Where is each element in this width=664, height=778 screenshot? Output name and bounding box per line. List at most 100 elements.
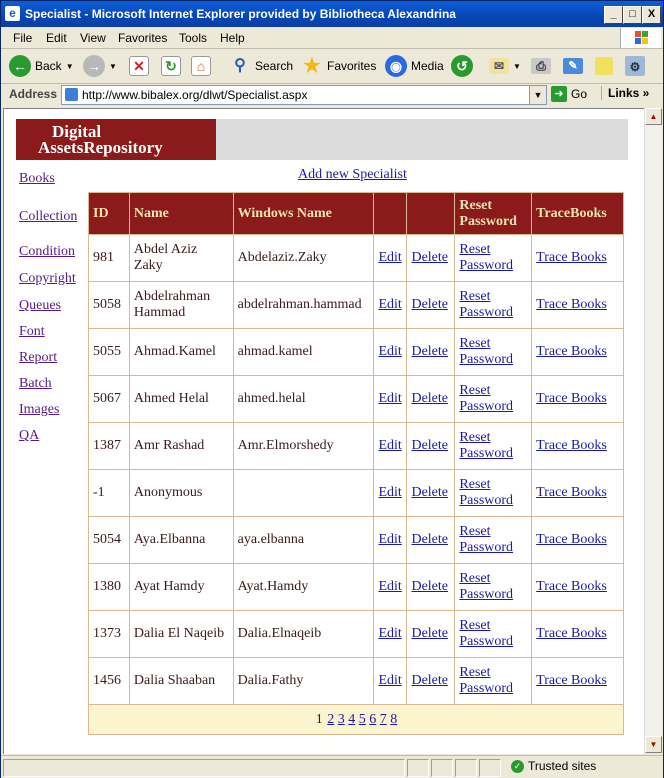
discuss-button[interactable] xyxy=(595,54,613,78)
cell-name: Dalia Shaaban xyxy=(128,657,234,705)
pager-link[interactable]: 4 xyxy=(348,712,355,727)
nav-queues[interactable]: Queues xyxy=(19,298,61,314)
trace-books-link[interactable]: Trace Books xyxy=(536,673,607,688)
reset-password-link[interactable]: Reset Password xyxy=(459,571,513,602)
pager-link[interactable]: 8 xyxy=(390,712,397,727)
nav-images[interactable]: Images xyxy=(19,402,59,418)
nav-books[interactable]: Books xyxy=(19,171,55,187)
forward-dropdown-icon[interactable]: ▼ xyxy=(109,62,117,71)
media-button[interactable]: ◉ Media xyxy=(385,54,444,78)
trace-books-link[interactable]: Trace Books xyxy=(536,297,607,312)
nav-font[interactable]: Font xyxy=(19,324,45,340)
reset-password-link[interactable]: Reset Password xyxy=(459,336,513,367)
scroll-up-icon[interactable]: ▲ xyxy=(645,108,662,125)
stop-button[interactable]: ✕ xyxy=(129,54,149,78)
menu-view[interactable]: View xyxy=(80,31,106,45)
print-button[interactable]: ⎙ xyxy=(531,54,551,78)
forward-button[interactable]: → ▼ xyxy=(83,54,117,78)
pager-link[interactable]: 7 xyxy=(380,712,387,727)
pager-row: 1 2 3 4 5 6 7 8 xyxy=(88,704,624,735)
nav-copyright[interactable]: Copyright xyxy=(19,271,76,287)
edit-link[interactable]: Edit xyxy=(378,250,401,265)
delete-link[interactable]: Delete xyxy=(411,438,448,453)
reset-password-link[interactable]: Reset Password xyxy=(459,242,513,273)
edit-link[interactable]: Edit xyxy=(378,438,401,453)
history-button[interactable]: ↺ xyxy=(451,54,473,78)
reset-password-link[interactable]: Reset Password xyxy=(459,618,513,649)
pager-link[interactable]: 3 xyxy=(338,712,345,727)
back-button[interactable]: ← Back ▼ xyxy=(9,54,74,78)
trace-books-link[interactable]: Trace Books xyxy=(536,250,607,265)
go-button[interactable]: ➜ Go xyxy=(551,85,587,103)
delete-link[interactable]: Delete xyxy=(411,297,448,312)
delete-link[interactable]: Delete xyxy=(411,485,448,500)
mail-dropdown-icon[interactable]: ▼ xyxy=(513,62,521,71)
cell-name: Anonymous xyxy=(128,469,234,517)
mail-button[interactable]: ✉ ▼ xyxy=(489,54,521,78)
home-button[interactable]: ⌂ xyxy=(191,54,211,78)
menu-edit[interactable]: Edit xyxy=(46,31,67,45)
edit-link[interactable]: Edit xyxy=(378,579,401,594)
pager-current: 1 xyxy=(315,711,323,727)
edit-link[interactable]: Edit xyxy=(378,391,401,406)
search-button[interactable]: ⚲ Search xyxy=(229,54,293,78)
trace-books-link[interactable]: Trace Books xyxy=(536,391,607,406)
delete-link[interactable]: Delete xyxy=(411,626,448,641)
nav-batch[interactable]: Batch xyxy=(19,376,52,392)
edit-link[interactable]: Edit xyxy=(378,673,401,688)
add-new-specialist-link[interactable]: Add new Specialist xyxy=(298,167,407,183)
nav-collection[interactable]: Collection xyxy=(19,209,77,225)
favorites-button[interactable]: ★ Favorites xyxy=(301,54,376,78)
back-dropdown-icon[interactable]: ▼ xyxy=(66,62,74,71)
menu-file[interactable]: File xyxy=(13,31,32,45)
reset-password-link[interactable]: Reset Password xyxy=(459,665,513,696)
edit-link[interactable]: Edit xyxy=(378,532,401,547)
edit-page-button[interactable]: ✎ xyxy=(563,54,583,78)
trace-books-link[interactable]: Trace Books xyxy=(536,532,607,547)
edit-link[interactable]: Edit xyxy=(378,626,401,641)
reset-password-link[interactable]: Reset Password xyxy=(459,430,513,461)
menu-favorites[interactable]: Favorites xyxy=(118,31,167,45)
trace-books-link[interactable]: Trace Books xyxy=(536,579,607,594)
vertical-scrollbar[interactable]: ▲ ▼ xyxy=(644,108,662,753)
nav-report[interactable]: Report xyxy=(19,350,57,366)
edit-link[interactable]: Edit xyxy=(378,485,401,500)
trace-books-link[interactable]: Trace Books xyxy=(536,626,607,641)
table-row: 1373 Dalia El Naqeib Dalia.Elnaqeib Edit Del… xyxy=(88,610,624,658)
trace-books-link[interactable]: Trace Books xyxy=(536,344,607,359)
menu-tools[interactable]: Tools xyxy=(179,31,207,45)
reset-password-link[interactable]: Reset Password xyxy=(459,524,513,555)
address-url[interactable]: http://www.bibalex.org/dlwt/Specialist.a… xyxy=(82,88,307,102)
reset-password-link[interactable]: Reset Password xyxy=(459,477,513,508)
reset-password-link[interactable]: Reset Password xyxy=(459,289,513,320)
pager-link[interactable]: 5 xyxy=(359,712,366,727)
research-button[interactable]: ⚙ xyxy=(625,54,645,78)
edit-link[interactable]: Edit xyxy=(378,297,401,312)
delete-link[interactable]: Delete xyxy=(411,579,448,594)
nav-qa[interactable]: QA xyxy=(19,428,39,444)
delete-link[interactable]: Delete xyxy=(411,391,448,406)
trace-books-link[interactable]: Trace Books xyxy=(536,438,607,453)
delete-cell: Delete xyxy=(406,657,456,705)
delete-link[interactable]: Delete xyxy=(411,673,448,688)
pager-link[interactable]: 6 xyxy=(369,712,376,727)
address-dropdown-icon[interactable]: ▼ xyxy=(529,86,546,104)
address-input[interactable]: http://www.bibalex.org/dlwt/Specialist.a… xyxy=(61,85,547,105)
menu-help[interactable]: Help xyxy=(220,31,245,45)
links-toolbar[interactable]: Links » xyxy=(601,86,649,100)
delete-link[interactable]: Delete xyxy=(411,532,448,547)
trace-books-cell: Trace Books xyxy=(531,469,624,517)
pager-link[interactable]: 2 xyxy=(327,712,334,727)
refresh-button[interactable]: ↻ xyxy=(161,54,181,78)
close-button[interactable]: X xyxy=(642,6,661,24)
minimize-button[interactable]: _ xyxy=(604,6,623,24)
trace-books-link[interactable]: Trace Books xyxy=(536,485,607,500)
reset-password-link[interactable]: Reset Password xyxy=(459,383,513,414)
edit-link[interactable]: Edit xyxy=(378,344,401,359)
scroll-down-icon[interactable]: ▼ xyxy=(645,736,662,753)
delete-link[interactable]: Delete xyxy=(411,344,448,359)
edit-cell: Edit xyxy=(373,469,408,517)
nav-condition[interactable]: Condition xyxy=(19,244,75,260)
maximize-button[interactable]: □ xyxy=(623,6,642,24)
delete-link[interactable]: Delete xyxy=(411,250,448,265)
